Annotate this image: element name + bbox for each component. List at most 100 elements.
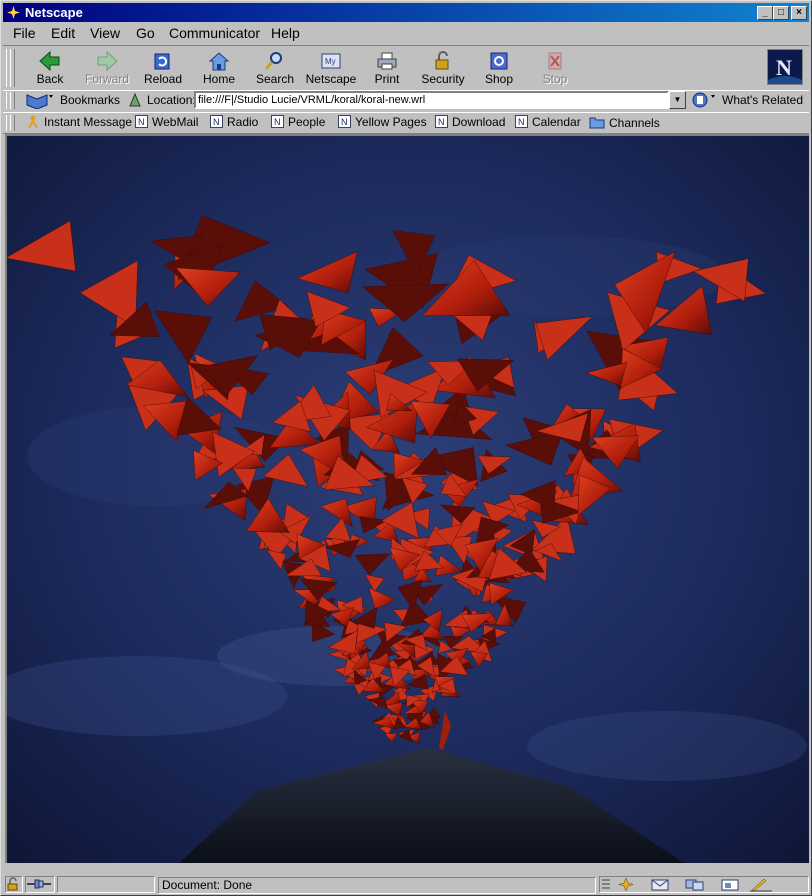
svg-text:My: My <box>325 57 336 66</box>
vrml-viewport[interactable] <box>5 134 809 863</box>
svg-text:N: N <box>213 117 220 127</box>
personal-toolbar: Instant Message N WebMail N Radio N People … <box>3 113 809 134</box>
close-button[interactable]: × <box>791 6 807 20</box>
toolbar-grip[interactable] <box>10 49 15 87</box>
page-proxy-icon[interactable] <box>127 92 143 108</box>
status-bar: Document: Done <box>3 875 809 895</box>
stop-button[interactable]: Stop <box>527 48 583 88</box>
home-icon <box>208 52 230 71</box>
instant-message-icon <box>28 115 38 128</box>
whats-related-button[interactable]: What's Related <box>691 91 809 110</box>
shop-label: Shop <box>484 72 514 86</box>
toolbar-grip[interactable] <box>10 92 15 109</box>
instant-message-button[interactable]: Instant Message <box>27 115 132 129</box>
back-button[interactable]: Back <box>22 48 78 88</box>
whats-related-label: What's Related <box>722 93 803 107</box>
menu-edit[interactable]: Edit <box>51 25 75 41</box>
component-grip[interactable] <box>602 879 610 889</box>
search-button[interactable]: Search <box>247 48 303 88</box>
menu-communicator[interactable]: Communicator <box>169 25 260 41</box>
webmail-button[interactable]: N WebMail <box>135 115 198 129</box>
navigator-component-icon[interactable] <box>618 877 634 892</box>
channels-label: Channels <box>609 116 660 130</box>
navigation-toolbar: Back Forward Reload Home Search My Netsc… <box>3 45 809 91</box>
calendar-label: Calendar <box>532 115 581 129</box>
forward-button[interactable]: Forward <box>79 48 135 88</box>
printer-icon <box>377 52 397 70</box>
reload-button[interactable]: Reload <box>135 48 191 88</box>
radio-label: Radio <box>227 115 259 129</box>
menu-go[interactable]: Go <box>136 25 155 41</box>
netscape-bookmark-icon: N <box>435 115 448 128</box>
location-label: Location: <box>147 93 196 107</box>
location-dropdown-button[interactable]: ▼ <box>669 91 686 109</box>
bookmarks-icon <box>26 94 53 109</box>
home-button[interactable]: Home <box>191 48 247 88</box>
toolbar-grip[interactable] <box>10 115 15 131</box>
netscape-button[interactable]: My Netscape <box>303 48 359 88</box>
component-bar <box>599 876 809 893</box>
netscape-logo[interactable]: N <box>767 49 803 85</box>
menu-file[interactable]: File <box>13 25 36 41</box>
people-label: People <box>288 115 326 129</box>
location-toolbar: Bookmarks Location: file:///F|/Studio Lu… <box>3 90 809 113</box>
discussion-component-icon[interactable] <box>685 879 704 891</box>
pen-component-icon[interactable] <box>750 878 772 892</box>
stop-icon <box>548 52 562 70</box>
netscape-label: Netscape <box>305 72 357 86</box>
radio-button[interactable]: N Radio <box>210 115 258 129</box>
download-label: Download <box>452 115 506 129</box>
svg-text:N: N <box>341 117 348 127</box>
yellow-pages-button[interactable]: N Yellow Pages <box>338 115 427 129</box>
instant-message-label: Instant Message <box>44 115 133 129</box>
padlock-icon <box>7 877 18 891</box>
svg-text:N: N <box>518 117 525 127</box>
stop-label: Stop <box>542 72 568 86</box>
menu-bar: File Edit View Go Communicator Help <box>3 23 809 43</box>
netscape-bookmark-icon: N <box>210 115 223 128</box>
vrml-scene <box>7 136 809 863</box>
search-icon <box>264 52 282 70</box>
status-text: Document: Done <box>158 877 596 894</box>
maximize-button[interactable]: □ <box>773 6 789 20</box>
print-label: Print <box>374 72 400 86</box>
security-button[interactable]: Security <box>415 48 471 88</box>
channels-folder-icon <box>589 117 605 129</box>
home-label: Home <box>202 72 235 86</box>
svg-text:N: N <box>274 117 281 127</box>
security-status-icon[interactable] <box>5 876 23 893</box>
svg-text:N: N <box>776 55 792 80</box>
location-url-input[interactable]: file:///F|/Studio Lucie/VRML/koral/koral… <box>194 91 669 109</box>
mail-component-icon[interactable] <box>651 879 669 891</box>
netscape-bookmark-icon: N <box>135 115 148 128</box>
shop-button[interactable]: Shop <box>471 48 527 88</box>
svg-text:N: N <box>138 117 145 127</box>
connection-status-icon[interactable] <box>25 876 55 893</box>
channels-button[interactable]: Channels <box>589 115 660 130</box>
minimize-button[interactable]: _ <box>757 6 773 20</box>
window-title: Netscape <box>25 5 83 20</box>
composer-component-icon[interactable] <box>721 879 739 891</box>
forward-arrow-icon <box>97 50 118 72</box>
yellow-pages-label: Yellow Pages <box>355 115 427 129</box>
plug-icon <box>27 879 51 889</box>
webmail-label: WebMail <box>152 115 199 129</box>
bookmarks-label: Bookmarks <box>60 93 121 107</box>
print-button[interactable]: Print <box>359 48 415 88</box>
calendar-button[interactable]: N Calendar <box>515 115 581 129</box>
download-button[interactable]: N Download <box>435 115 505 129</box>
back-arrow-icon <box>39 50 60 72</box>
my-netscape-icon: My <box>321 53 341 69</box>
menu-help[interactable]: Help <box>271 25 300 41</box>
viewport-bottom-edge <box>5 863 809 873</box>
people-button[interactable]: N People <box>271 115 325 129</box>
browser-window: Netscape _ □ × File Edit View Go Communi… <box>0 0 812 896</box>
cloud-wisp <box>527 711 807 781</box>
security-label: Security <box>421 72 465 86</box>
menu-view[interactable]: View <box>90 25 120 41</box>
padlock-icon <box>435 51 449 70</box>
netscape-bookmark-icon: N <box>338 115 351 128</box>
component-icons <box>602 877 772 892</box>
reload-label: Reload <box>143 72 183 86</box>
title-bar[interactable]: Netscape _ □ × <box>3 3 809 22</box>
